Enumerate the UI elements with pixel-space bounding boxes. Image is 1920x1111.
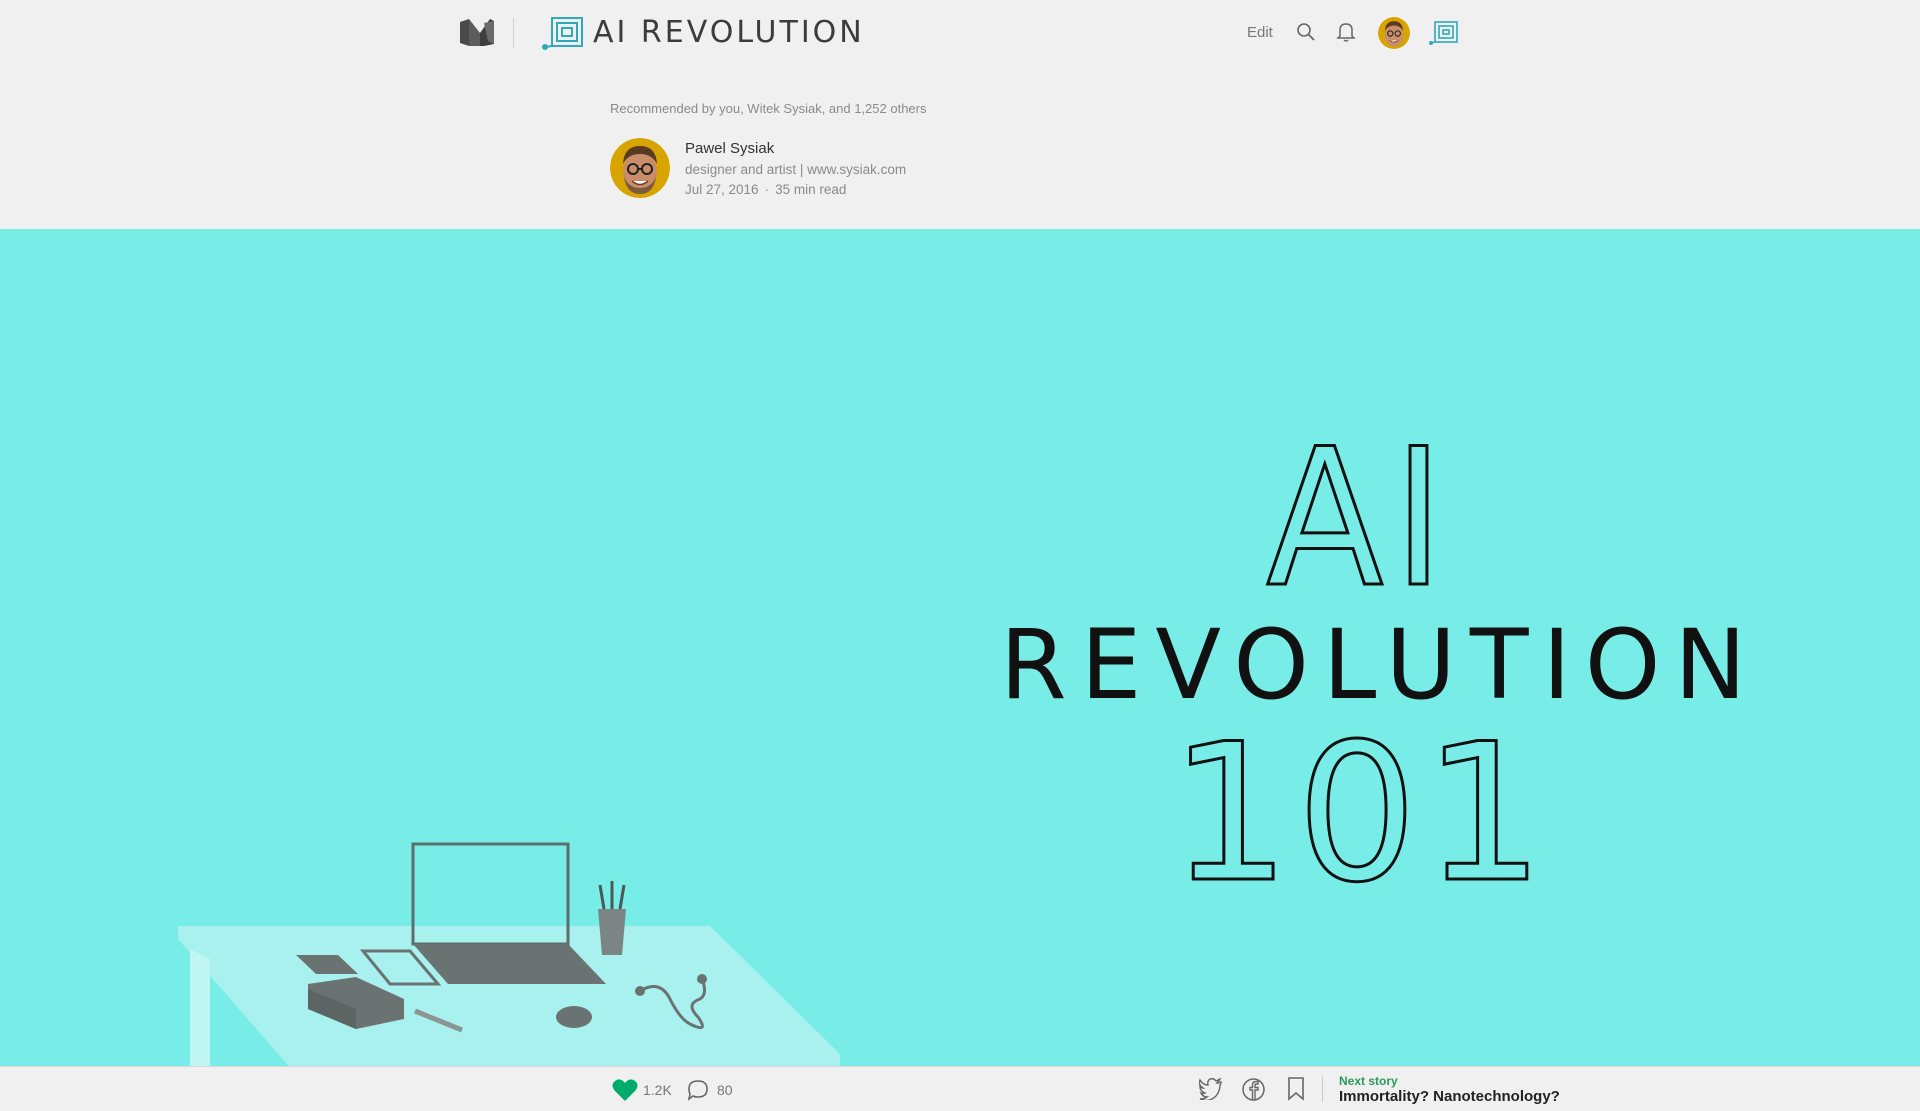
next-story-label: Next story: [1339, 1074, 1398, 1088]
top-navigation: AI REVOLUTION Edit: [0, 0, 1920, 66]
nav-divider: [513, 18, 514, 48]
bottombar-divider: [1322, 1076, 1323, 1102]
bell-icon[interactable]: [1336, 21, 1356, 43]
desk-illustration: [178, 842, 840, 1066]
recommended-by[interactable]: Recommended by you, Witek Sysiak, and 1,…: [610, 101, 927, 116]
user-avatar[interactable]: [1378, 17, 1410, 49]
search-icon[interactable]: [1296, 22, 1316, 42]
hero-title-ai: AI: [1265, 408, 1454, 629]
post-date: Jul 27, 2016: [685, 182, 759, 197]
bottom-action-bar: 1.2K 80 Next story Immortality? Nanotech…: [0, 1066, 1920, 1111]
next-story-title[interactable]: Immortality? Nanotechnology?: [1339, 1088, 1560, 1105]
publication-icon[interactable]: [1429, 20, 1459, 46]
twitter-icon[interactable]: [1199, 1078, 1223, 1100]
edit-link[interactable]: Edit: [1247, 24, 1273, 41]
read-time: 35 min read: [775, 182, 847, 197]
post-meta: Jul 27, 2016 · 35 min read: [685, 182, 846, 197]
user-avatar-image: [1378, 17, 1410, 49]
hero-image: AI REVOLUTION 101: [0, 229, 1920, 1066]
meta-separator: ·: [764, 182, 770, 197]
facebook-icon[interactable]: [1242, 1078, 1265, 1101]
hero-title-revolution: REVOLUTION: [1000, 609, 1761, 721]
hero-title-101: 101: [1168, 703, 1551, 924]
author-name[interactable]: Pawel Sysiak: [685, 140, 774, 157]
comment-icon[interactable]: [686, 1078, 710, 1102]
author-avatar-image: [610, 138, 670, 198]
like-count[interactable]: 1.2K: [643, 1082, 672, 1098]
publication-name[interactable]: AI REVOLUTION: [593, 13, 865, 53]
bookmark-icon[interactable]: [1287, 1077, 1305, 1101]
ai-revolution-logo-icon[interactable]: [542, 16, 584, 50]
heart-icon[interactable]: [612, 1078, 638, 1102]
medium-logo-icon[interactable]: [460, 19, 494, 46]
author-bio: designer and artist | www.sysiak.com: [685, 162, 907, 177]
author-avatar[interactable]: [610, 138, 670, 198]
comment-count[interactable]: 80: [717, 1082, 733, 1098]
hero-title: AI REVOLUTION 101: [1000, 408, 1761, 924]
